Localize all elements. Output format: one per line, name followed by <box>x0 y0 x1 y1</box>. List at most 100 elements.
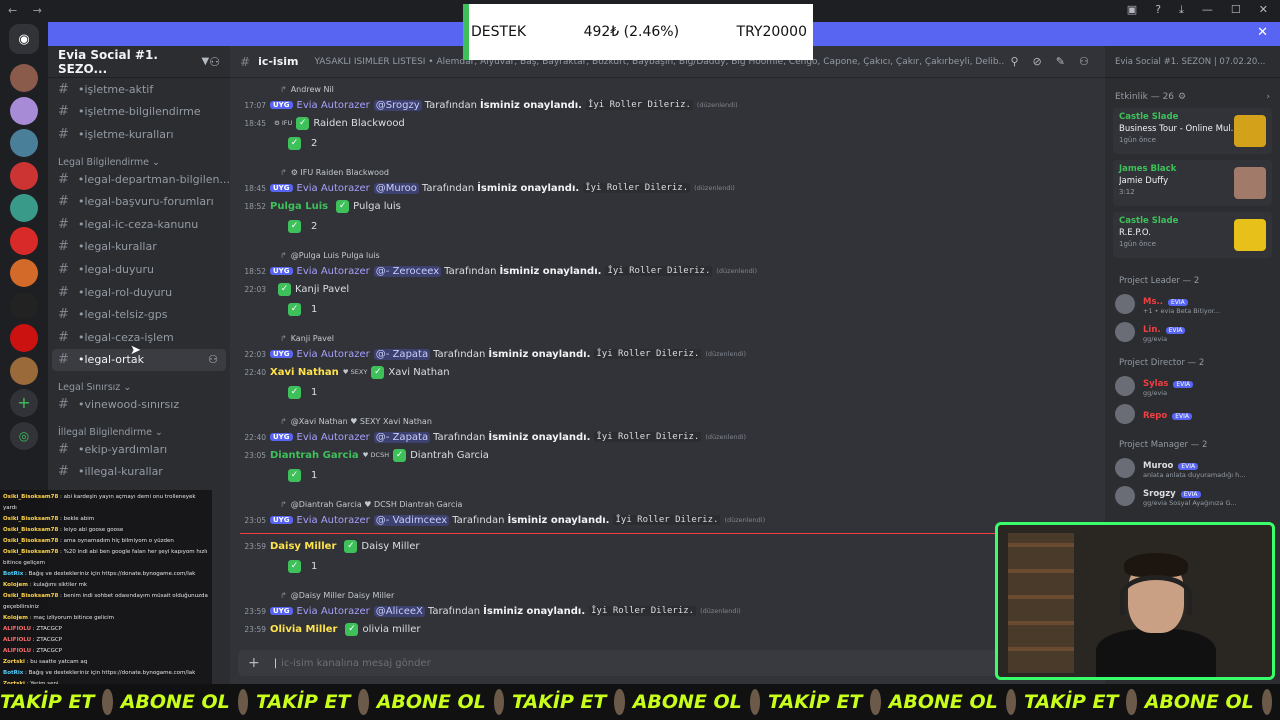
inbox-icon[interactable]: ▣ <box>1127 3 1137 17</box>
user-mention[interactable]: @AliceeX <box>373 605 425 617</box>
user-mention[interactable]: @- Zapata <box>373 431 431 443</box>
user-name[interactable]: Pulga Luis <box>270 201 328 212</box>
server-icon[interactable] <box>10 259 38 287</box>
close-window-icon[interactable]: ✕ <box>1259 3 1268 17</box>
reply-preview[interactable]: ↱ @Daisy Miller Daisy Miller <box>230 588 1105 602</box>
attach-plus-icon[interactable]: + <box>248 655 260 671</box>
user-mention[interactable]: @- Vadimceex <box>373 514 450 526</box>
bot-name[interactable]: Evia Autorazer <box>297 183 370 194</box>
reply-preview[interactable]: ↱ @Xavi Nathan ♥ SEXY Xavi Nathan <box>230 414 1105 428</box>
reaction-pill[interactable]: ✓ 2 <box>288 219 317 233</box>
reaction-pill[interactable]: ✓ 1 <box>288 559 317 573</box>
member-item[interactable]: Ms.. EVIA +1 • evia Beta Bitiyor... <box>1105 290 1280 318</box>
reaction-pill[interactable]: ✓ 1 <box>288 468 317 482</box>
chevron-right-icon[interactable]: › <box>1266 92 1270 102</box>
reaction[interactable]: ✓1 <box>230 381 1105 403</box>
message-composer[interactable]: + | ic-isim kanalına mesaj gönder ▦ <box>238 650 1086 676</box>
reply-preview[interactable]: ↱ Kanji Pavel <box>230 331 1105 345</box>
bot-name[interactable]: Evia Autorazer <box>297 432 370 443</box>
category-label[interactable]: İllegal Bilgilendirme ⌄ <box>48 416 230 438</box>
help-icon[interactable]: ? <box>1155 3 1161 17</box>
discord-home-icon[interactable]: ◉ <box>9 24 39 54</box>
user-name[interactable]: Diantrah Garcia <box>270 450 359 461</box>
bot-name[interactable]: Evia Autorazer <box>297 515 370 526</box>
reply-preview[interactable]: ↱ ⚙ IFU Raiden Blackwood <box>230 165 1105 179</box>
add-member-icon[interactable]: ⚇ <box>208 353 218 366</box>
channel-item[interactable]: # • vinewood-sınırsız <box>48 393 230 416</box>
user-name[interactable]: Olivia Miller <box>270 624 337 635</box>
event-card[interactable]: James Black Jamie Duffy 3:12 <box>1113 160 1272 206</box>
user-name[interactable]: Xavi Nathan <box>270 367 339 378</box>
reaction[interactable]: ✓1 <box>230 638 1105 642</box>
bot-name[interactable]: Evia Autorazer <box>297 606 370 617</box>
mute-icon[interactable]: ⊘ <box>1033 55 1042 68</box>
channel-item[interactable]: # • işletme-aktif <box>48 78 230 101</box>
reply-text: @Daisy Miller Daisy Miller <box>290 590 395 600</box>
channel-item[interactable]: # • illegal-kurallar <box>48 460 230 483</box>
user-name[interactable]: Daisy Miller <box>270 541 336 552</box>
server-icon[interactable] <box>10 291 38 320</box>
member-item[interactable]: Lin. EVIA gg/evia <box>1105 318 1280 346</box>
member-item[interactable]: Sylas EVIA gg/evia <box>1105 372 1280 400</box>
channel-item[interactable]: # • legal-duyuru <box>48 258 230 281</box>
minimize-icon[interactable]: — <box>1202 3 1213 17</box>
reply-preview[interactable]: ↱ Andrew Nil <box>230 82 1105 96</box>
pin-icon[interactable]: ✎ <box>1056 55 1065 68</box>
events-header[interactable]: Etkinlik — 26 ⚙ › <box>1105 78 1280 108</box>
discover-icon[interactable]: ◎ <box>10 421 38 450</box>
channel-item[interactable]: # • legal-ic-ceza-kanunu <box>48 213 230 236</box>
message-text: Tarafından <box>452 514 505 526</box>
channel-item[interactable]: # • legal-kurallar <box>48 236 230 259</box>
user-mention[interactable]: @- Zeroceex <box>373 265 442 277</box>
reply-preview[interactable]: ↱ @Pulga Luis Pulga luis <box>230 248 1105 262</box>
user-mention[interactable]: @Srogzy <box>373 99 422 111</box>
download-icon[interactable]: ⤓ <box>1179 3 1184 17</box>
server-icon[interactable] <box>10 226 38 255</box>
user-mention[interactable]: @Muroo <box>373 182 419 194</box>
role-header: Project Director — 2 <box>1119 358 1205 368</box>
category-label[interactable]: Legal Sınırsız ⌄ <box>48 371 230 393</box>
channel-item[interactable]: # • işletme-bilgilendirme <box>48 101 230 124</box>
server-header[interactable]: Evia Social #1. SEZO... ▼ ⚇ <box>48 46 230 78</box>
user-mention[interactable]: @- Zapata <box>373 348 431 360</box>
maximize-icon[interactable]: ☐ <box>1231 3 1241 17</box>
add-member-icon[interactable]: ⚇ <box>209 55 220 69</box>
server-icon[interactable] <box>10 129 38 157</box>
reaction[interactable]: ✓ 2 <box>230 215 1105 237</box>
event-card[interactable]: Castle Slade R.E.P.O. 1gün önce <box>1113 212 1272 258</box>
channel-item[interactable]: # • legal-departman-bilgilen... <box>48 168 230 191</box>
server-icon[interactable] <box>10 356 38 385</box>
channel-item[interactable]: # • ekip-yardımları <box>48 438 230 461</box>
reaction[interactable]: ✓1 <box>230 298 1105 320</box>
server-icon[interactable] <box>10 324 38 352</box>
server-icon[interactable] <box>10 194 38 222</box>
server-icon[interactable] <box>10 64 38 92</box>
server-icon[interactable] <box>10 96 38 125</box>
server-icon[interactable] <box>10 161 38 190</box>
event-card[interactable]: Castle Slade Business Tour - Online Mul..… <box>1113 108 1272 154</box>
member-item[interactable]: Srogzy EVIA gg/evia Sosyal Ayağınıza G... <box>1105 482 1280 510</box>
member-item[interactable]: Repo EVIA <box>1105 400 1280 428</box>
reaction[interactable]: ✓ 2 <box>230 132 1105 154</box>
members-icon[interactable]: ⚇ <box>1079 55 1089 68</box>
channel-item[interactable]: # • legal-başvuru-forumları <box>48 190 230 213</box>
bot-name[interactable]: Evia Autorazer <box>297 266 370 277</box>
channel-item[interactable]: # • legal-rol-duyuru <box>48 281 230 304</box>
threads-icon[interactable]: ⚲ <box>1010 55 1018 68</box>
bot-name[interactable]: Evia Autorazer <box>297 349 370 360</box>
bot-name[interactable]: Evia Autorazer <box>297 100 370 111</box>
banner-close-icon[interactable]: ✕ <box>1257 25 1268 40</box>
reaction-pill[interactable]: ✓ 1 <box>288 385 317 399</box>
category-label[interactable]: Legal Bilgilendirme ⌄ <box>48 146 230 168</box>
channel-item[interactable]: # • işletme-kuralları <box>48 123 230 146</box>
add-server-icon[interactable]: + <box>10 389 38 417</box>
reaction-pill[interactable]: ✓ 1 <box>288 302 317 316</box>
reaction[interactable]: ✓1 <box>230 464 1105 486</box>
reaction-pill[interactable]: ✓ 2 <box>288 136 317 150</box>
reaction[interactable]: ✓1 <box>230 555 1105 577</box>
reply-preview[interactable]: ↱ @Diantrah Garcia ♥ DCSH Diantrah Garcia <box>230 497 1105 511</box>
member-item[interactable]: Muroo EVIA anlata anlata duyuramadığı h... <box>1105 454 1280 482</box>
nav-arrows[interactable]: ← → <box>8 4 48 17</box>
settings-icon[interactable]: ⚙ <box>1178 92 1186 102</box>
channel-item[interactable]: # • legal-telsiz-gps <box>48 303 230 326</box>
